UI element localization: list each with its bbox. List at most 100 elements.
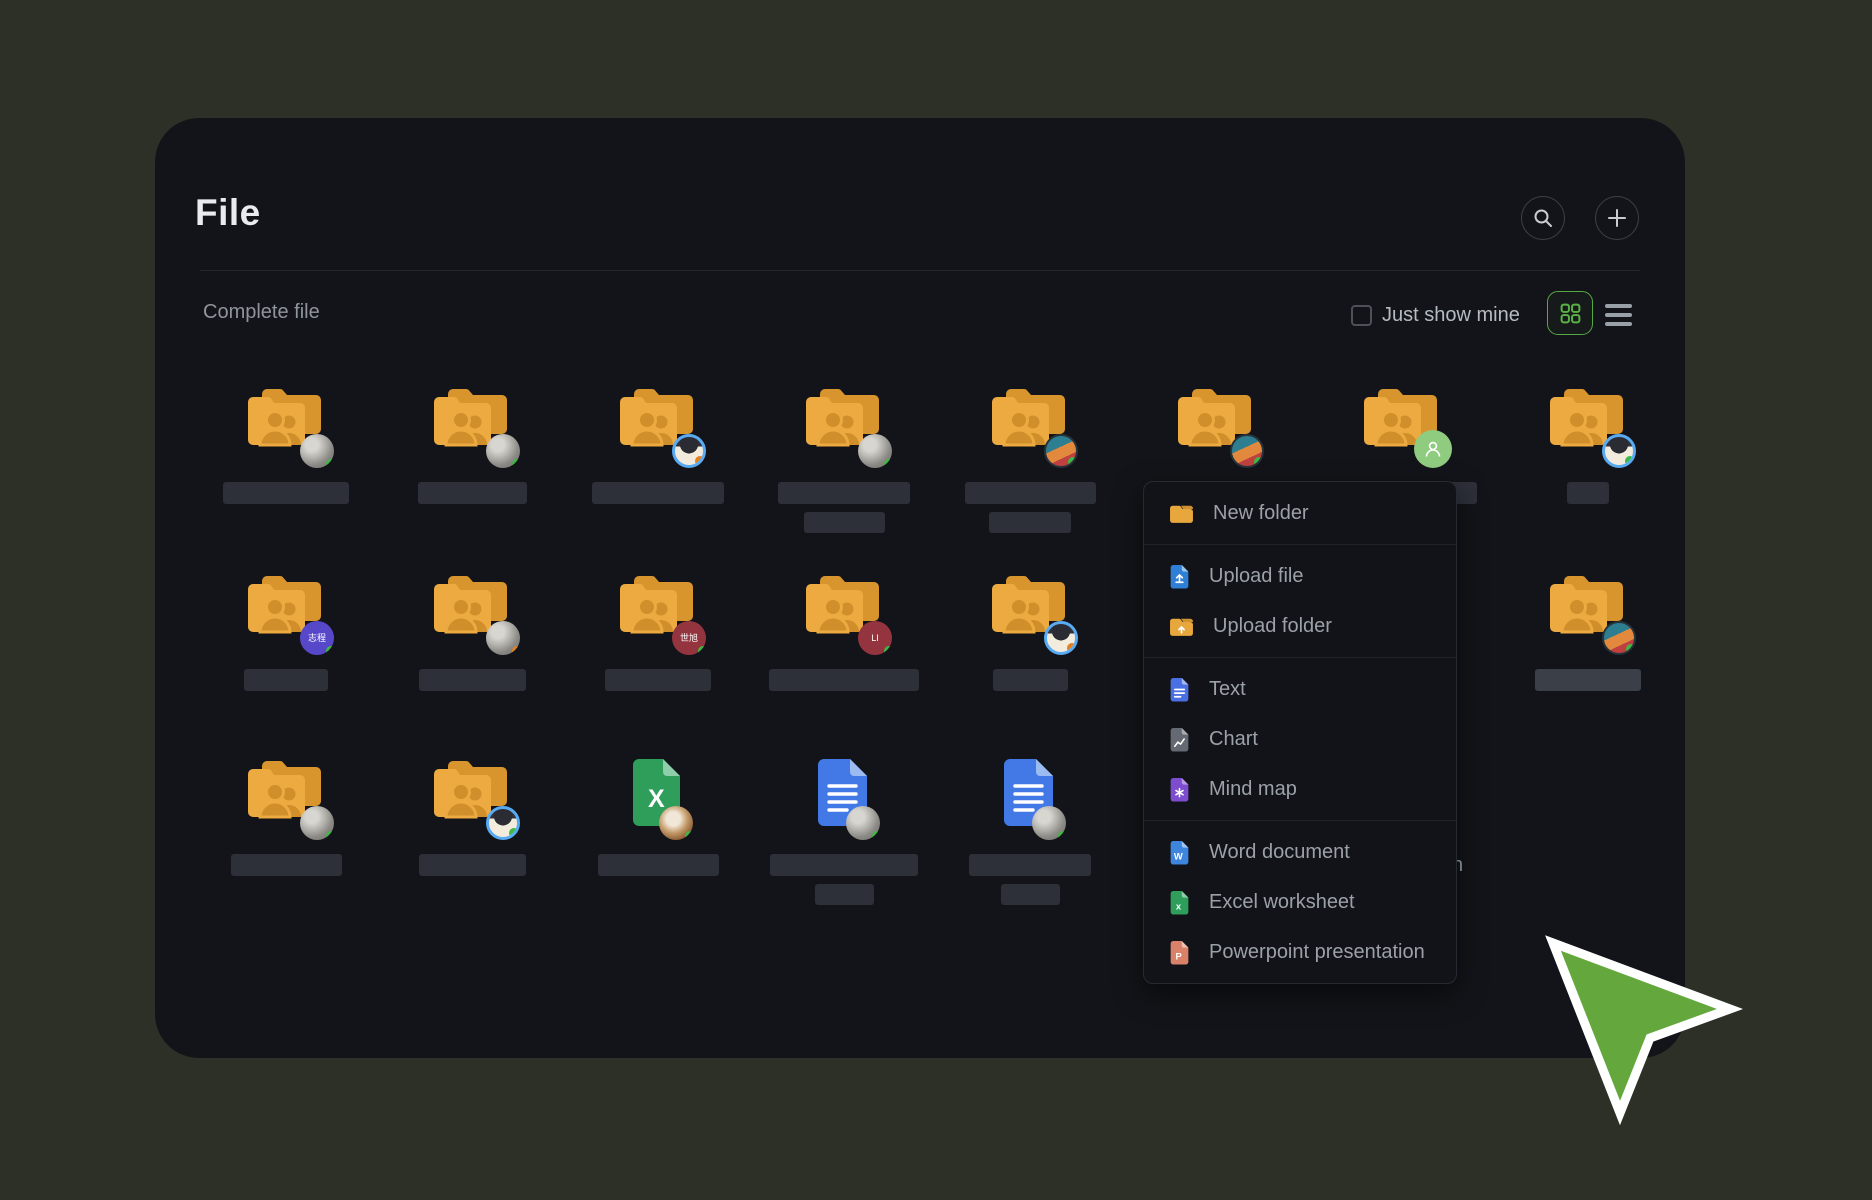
file-label-placeholder	[804, 512, 885, 533]
shared-folder-item[interactable]	[1495, 386, 1681, 533]
owner-avatar: 世旭	[672, 621, 706, 655]
file-grid-row: 志程 世旭 LI	[193, 573, 1681, 691]
excel-icon: X	[631, 758, 685, 828]
menu-item-label: Powerpoint presentation	[1209, 941, 1425, 964]
grid-view-button[interactable]	[1547, 291, 1593, 335]
owner-avatar	[1414, 430, 1452, 468]
menu-item-chart[interactable]: Chart	[1144, 714, 1456, 764]
status-dot	[695, 456, 705, 466]
shared-folder-item[interactable]	[193, 758, 379, 905]
owner-avatar	[486, 621, 520, 655]
folder-icon	[1548, 386, 1628, 456]
svg-text:P: P	[1176, 951, 1182, 961]
menu-group: New folder	[1144, 482, 1456, 545]
search-button[interactable]	[1521, 196, 1565, 240]
shared-folder-item[interactable]	[751, 386, 937, 533]
document-file-item[interactable]	[751, 758, 937, 905]
shared-folder-item[interactable]	[565, 386, 751, 533]
owner-avatar	[846, 806, 880, 840]
menu-item-excel-worksheet[interactable]: x Excel worksheet	[1144, 877, 1456, 927]
menu-item-new-folder[interactable]: New folder	[1144, 488, 1456, 538]
folder-icon	[246, 386, 326, 456]
shared-folder-item[interactable]: 志程	[193, 573, 379, 691]
file-label-placeholder	[1567, 482, 1609, 504]
folder-icon	[1176, 386, 1256, 456]
just-show-mine-filter[interactable]: Just show mine	[1351, 304, 1520, 327]
menu-item-word-document[interactable]: W Word document	[1144, 827, 1456, 877]
grid-view-icon	[1559, 302, 1582, 325]
file-label-placeholder	[1535, 669, 1641, 691]
file-label-placeholder	[419, 854, 526, 876]
cursor-arrow	[1538, 930, 1748, 1130]
owner-avatar	[1044, 434, 1078, 468]
status-dot	[1626, 644, 1636, 654]
shared-folder-item[interactable]	[379, 758, 565, 905]
menu-item-upload-folder[interactable]: Upload folder	[1144, 601, 1456, 651]
file-label-placeholder	[965, 482, 1096, 504]
shared-folder-item[interactable]	[1495, 573, 1681, 691]
status-dot	[1254, 457, 1264, 467]
owner-avatar: 志程	[300, 621, 334, 655]
shared-folder-item[interactable]	[937, 386, 1123, 533]
menu-item-label: Mind map	[1209, 778, 1297, 801]
owner-avatar: LI	[858, 621, 892, 655]
folder-icon	[1169, 503, 1194, 524]
menu-item-mind-map[interactable]: Mind map	[1144, 764, 1456, 814]
file-label-placeholder	[605, 669, 711, 691]
status-dot	[1068, 457, 1078, 467]
doc-icon	[1002, 758, 1058, 828]
status-dot	[872, 831, 880, 840]
add-button[interactable]	[1595, 196, 1639, 240]
folder-icon	[1548, 573, 1628, 643]
word-file-icon: W	[1169, 840, 1190, 865]
menu-item-powerpoint-presentation[interactable]: P Powerpoint presentation	[1144, 927, 1456, 977]
status-dot	[326, 831, 334, 840]
folder-icon	[246, 758, 326, 828]
status-dot	[884, 646, 892, 655]
menu-item-text[interactable]: Text	[1144, 664, 1456, 714]
file-label-placeholder	[993, 669, 1068, 691]
menu-item-label: Text	[1209, 678, 1246, 701]
menu-group: W Word document x Excel worksheet P Powe…	[1144, 821, 1456, 983]
document-file-item[interactable]	[937, 758, 1123, 905]
owner-avatar	[1032, 806, 1066, 840]
status-dot	[512, 646, 520, 655]
shared-folder-item[interactable]	[937, 573, 1123, 691]
owner-avatar	[486, 806, 520, 840]
folder-icon	[1362, 386, 1442, 456]
file-label-placeholder	[418, 482, 527, 504]
file-label-placeholder	[419, 669, 526, 691]
status-dot	[1625, 456, 1635, 466]
folder-icon	[990, 386, 1070, 456]
just-show-mine-checkbox[interactable]	[1351, 305, 1372, 326]
plus-icon	[1606, 207, 1628, 229]
shared-folder-item[interactable]	[379, 573, 565, 691]
shared-folder-item[interactable]	[193, 386, 379, 533]
file-label-placeholder	[592, 482, 724, 504]
shared-folder-item[interactable]: 世旭	[565, 573, 751, 691]
owner-avatar	[1230, 434, 1264, 468]
header-divider	[200, 270, 1640, 271]
file-label-placeholder	[223, 482, 349, 504]
file-label-placeholder	[1001, 884, 1060, 905]
list-view-button[interactable]	[1605, 304, 1632, 326]
status-dot	[884, 459, 892, 468]
menu-item-label: Word document	[1209, 841, 1350, 864]
excel-file-icon: x	[1169, 890, 1190, 915]
file-label-placeholder	[989, 512, 1071, 533]
excel-file-item[interactable]: X	[565, 758, 751, 905]
text-file-icon	[1169, 677, 1190, 702]
shared-folder-item[interactable]: LI	[751, 573, 937, 691]
menu-item-upload-file[interactable]: Upload file	[1144, 551, 1456, 601]
file-label-placeholder	[969, 854, 1091, 876]
upload-folder-icon	[1169, 616, 1194, 637]
status-dot	[1058, 831, 1066, 840]
shared-folder-item[interactable]	[379, 386, 565, 533]
section-label: Complete file	[203, 301, 320, 324]
file-label-placeholder	[244, 669, 328, 691]
file-grid-row: X	[193, 758, 1681, 905]
menu-group: Text Chart Mind map	[1144, 658, 1456, 821]
owner-avatar	[1602, 621, 1636, 655]
search-icon	[1532, 207, 1554, 229]
folder-icon: 世旭	[618, 573, 698, 643]
